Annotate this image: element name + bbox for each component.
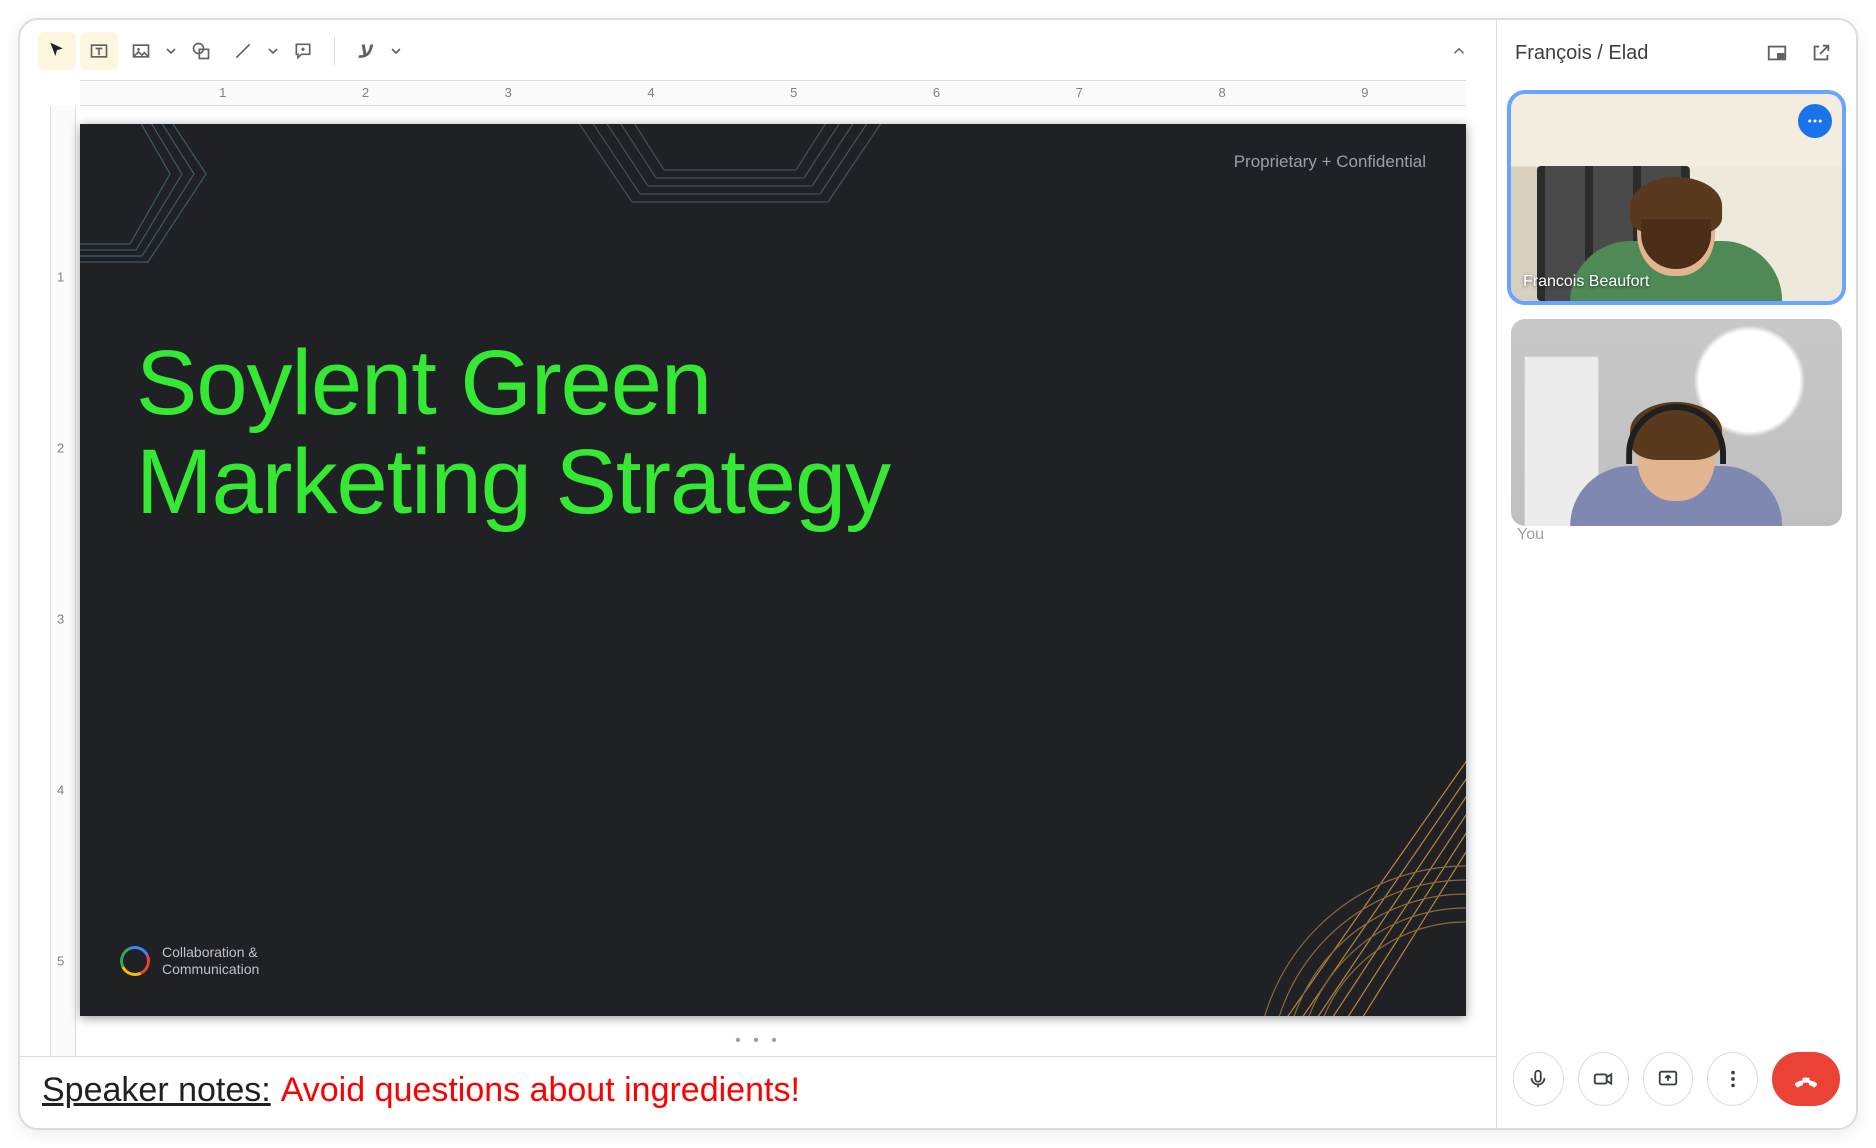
self-name: You bbox=[1517, 526, 1544, 543]
toolbar: ע bbox=[20, 20, 1496, 80]
image-tool-dropdown[interactable] bbox=[164, 46, 178, 56]
ruler-tick: 5 bbox=[790, 85, 797, 100]
horizontal-ruler[interactable]: 1 2 3 4 5 6 7 8 9 bbox=[80, 80, 1466, 106]
textbox-tool[interactable] bbox=[80, 32, 118, 70]
line-tool[interactable] bbox=[224, 32, 262, 70]
comment-tool[interactable] bbox=[284, 32, 322, 70]
self-tile[interactable] bbox=[1511, 319, 1842, 526]
vertical-ruler[interactable]: 1 2 3 4 5 bbox=[50, 106, 76, 1056]
decoration-hex-top bbox=[520, 124, 940, 304]
self-video-placeholder bbox=[1571, 402, 1783, 526]
canvas-area: 1 2 3 4 5 bbox=[20, 106, 1496, 1056]
vruler-tick: 3 bbox=[57, 612, 64, 627]
present-button[interactable] bbox=[1643, 1052, 1694, 1106]
image-tool[interactable] bbox=[122, 32, 160, 70]
rtl-tool-dropdown[interactable] bbox=[389, 46, 403, 56]
end-call-button[interactable] bbox=[1772, 1052, 1840, 1106]
ruler-tick: 9 bbox=[1361, 85, 1368, 100]
toolbar-separator bbox=[334, 37, 335, 65]
decoration-lines-right bbox=[1006, 616, 1466, 1016]
footer-logo-icon bbox=[116, 942, 154, 980]
editor-column: ע 1 2 3 4 5 6 7 8 9 bbox=[20, 20, 1496, 1128]
participant-name: Francois Beaufort bbox=[1523, 273, 1649, 291]
vruler-tick: 2 bbox=[57, 441, 64, 456]
meet-title: François / Elad bbox=[1515, 42, 1648, 65]
tile-more-button[interactable] bbox=[1798, 104, 1832, 138]
speaker-notes-bar[interactable]: Speaker notes: Avoid questions about ing… bbox=[20, 1056, 1496, 1128]
ruler-tick: 7 bbox=[1076, 85, 1083, 100]
participant-tile[interactable]: Francois Beaufort bbox=[1511, 94, 1842, 301]
speaker-notes-text[interactable]: Avoid questions about ingredients! bbox=[281, 1071, 800, 1110]
footer-text-line2: Communication bbox=[162, 961, 259, 978]
select-tool[interactable] bbox=[38, 32, 76, 70]
slide-title[interactable]: Soylent Green Marketing Strategy bbox=[136, 334, 890, 533]
ruler-tick: 4 bbox=[647, 85, 654, 100]
popout-button[interactable] bbox=[1804, 36, 1838, 70]
meet-footer bbox=[1497, 1034, 1856, 1128]
speaker-notes-label: Speaker notes: bbox=[42, 1071, 271, 1110]
vruler-tick: 4 bbox=[57, 783, 64, 798]
rtl-tool[interactable]: ע bbox=[347, 32, 385, 70]
ruler-tick: 2 bbox=[362, 85, 369, 100]
vruler-tick: 5 bbox=[57, 954, 64, 969]
footer-text-line1: Collaboration & bbox=[162, 944, 259, 961]
notes-resize-handle[interactable]: • • • bbox=[735, 1032, 781, 1050]
line-tool-dropdown[interactable] bbox=[266, 46, 280, 56]
meet-tiles: Francois Beaufort You bbox=[1497, 86, 1856, 582]
ruler-tick: 3 bbox=[505, 85, 512, 100]
slide-watermark: Proprietary + Confidential bbox=[1234, 152, 1426, 172]
meet-header: François / Elad bbox=[1497, 20, 1856, 86]
collapse-toolbar-button[interactable] bbox=[1440, 36, 1478, 66]
vruler-tick: 1 bbox=[57, 270, 64, 285]
pip-button[interactable] bbox=[1760, 36, 1794, 70]
slide-footer-logo: Collaboration & Communication bbox=[120, 944, 259, 978]
ruler-tick: 6 bbox=[933, 85, 940, 100]
app-window: ע 1 2 3 4 5 6 7 8 9 bbox=[18, 18, 1858, 1130]
ruler-tick: 8 bbox=[1218, 85, 1225, 100]
ruler-tick: 1 bbox=[219, 85, 226, 100]
more-button[interactable] bbox=[1707, 1052, 1758, 1106]
camera-button[interactable] bbox=[1578, 1052, 1629, 1106]
slide-title-line2: Marketing Strategy bbox=[136, 433, 890, 532]
meet-panel: François / Elad Francois Beau bbox=[1496, 20, 1856, 1128]
main-row: ע 1 2 3 4 5 6 7 8 9 bbox=[20, 20, 1856, 1128]
mic-button[interactable] bbox=[1513, 1052, 1564, 1106]
shape-tool[interactable] bbox=[182, 32, 220, 70]
horizontal-ruler-wrap: 1 2 3 4 5 6 7 8 9 bbox=[20, 80, 1496, 106]
slide-title-line1: Soylent Green bbox=[136, 334, 890, 433]
slide-canvas[interactable]: Proprietary + Confidential Soylent Green… bbox=[80, 124, 1466, 1016]
